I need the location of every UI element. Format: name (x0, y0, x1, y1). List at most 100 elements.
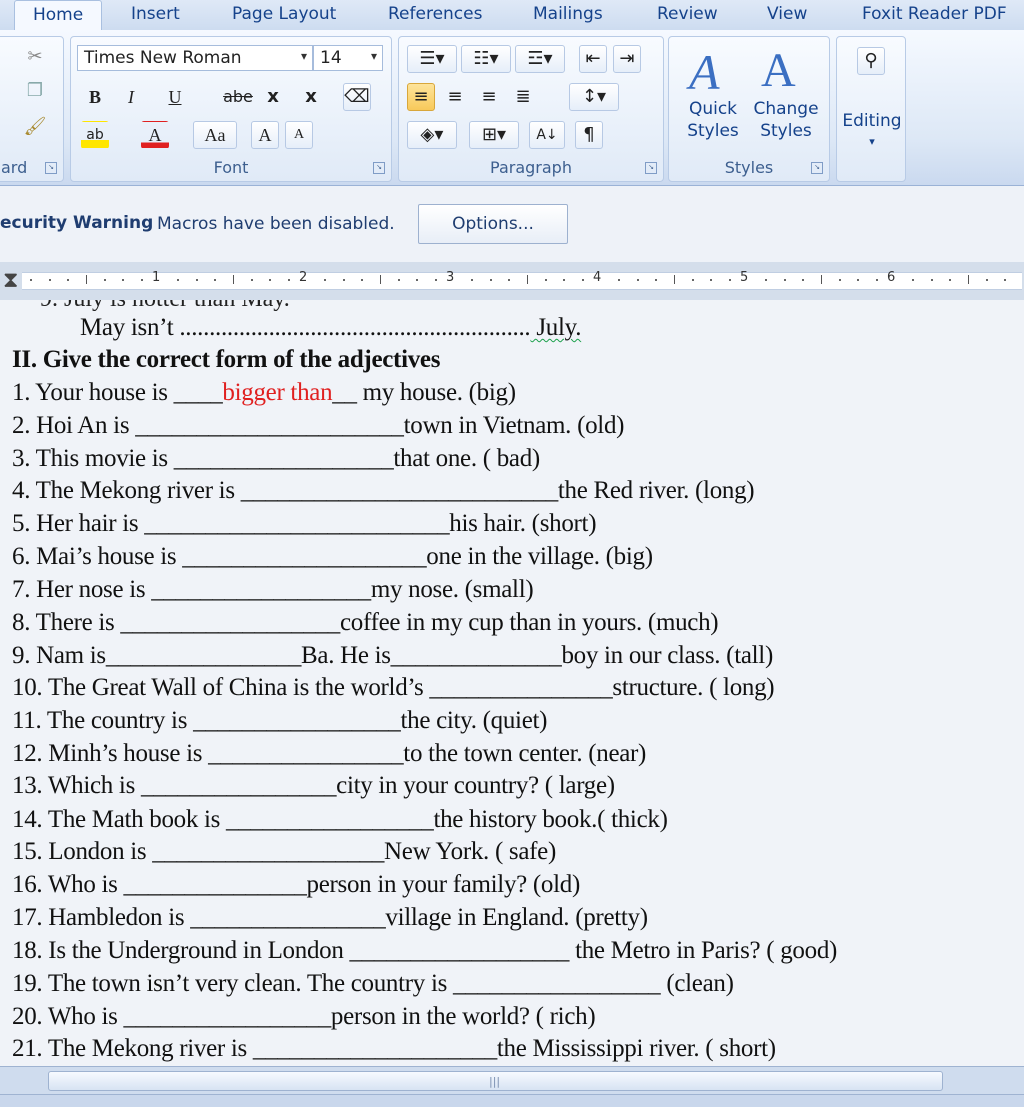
sort-icon[interactable]: A↓ (529, 121, 565, 149)
exercise-line: 21. The Mekong river is ________________… (12, 1035, 776, 1062)
ruler-dot (729, 279, 731, 281)
grow-font-button[interactable]: A (251, 121, 279, 149)
line-spacing-icon[interactable]: ↕▾ (569, 83, 619, 111)
tab-mailings[interactable]: Mailings (533, 4, 603, 24)
tab-review[interactable]: Review (657, 4, 718, 24)
ruler-dot (692, 279, 694, 281)
dialog-launcher-icon[interactable]: ↘ (645, 162, 657, 174)
change-styles-label-2: Styles (760, 121, 812, 141)
format-painter-icon[interactable]: 🖌 (21, 113, 49, 141)
ribbon-tab-bar: Home Insert Page Layout References Maili… (0, 0, 1024, 30)
tab-selector-icon[interactable]: ⧗ (3, 268, 18, 293)
exercise-line: 15. London is ___________________New Yor… (12, 838, 556, 865)
ruler-dot (857, 279, 859, 281)
change-styles-button[interactable]: A Change Styles (751, 41, 821, 141)
ruler-dot (104, 279, 106, 281)
ruler-dot (177, 279, 179, 281)
bullets-icon[interactable]: ☰▾ (407, 45, 457, 73)
ribbon: ✂ ❐ 🖌 ard ↘ Times New Roman ▾ 14 ▾ B I U… (0, 30, 1024, 186)
tab-home[interactable]: Home (14, 0, 103, 30)
tab-view[interactable]: View (767, 4, 807, 24)
borders-icon[interactable]: ⊞▾ (469, 121, 519, 149)
font-name-combo[interactable]: Times New Roman ▾ (77, 45, 313, 71)
font-size-combo[interactable]: 14 ▾ (313, 45, 383, 71)
status-bar (0, 1094, 1024, 1107)
line-end: __ my house. (big) (332, 379, 516, 406)
highlight-button[interactable]: ab (81, 121, 109, 149)
options-button[interactable]: Options... (418, 204, 568, 244)
tab-references[interactable]: References (388, 4, 482, 24)
tab-page-layout[interactable]: Page Layout (232, 4, 336, 24)
align-right-icon[interactable]: ≡ (475, 83, 503, 111)
exercise-line: 4. The Mekong river is _________________… (12, 477, 755, 504)
font-color-button[interactable]: A (141, 121, 169, 149)
security-warning-bar: ecurity Warning Macros have been disable… (0, 186, 1024, 263)
exercise-line: 7. Her nose is __________________my nose… (12, 576, 534, 603)
ruler-tick (380, 275, 381, 284)
strikethrough-button[interactable]: abe (221, 83, 255, 111)
tab-insert[interactable]: Insert (131, 4, 180, 24)
align-center-icon[interactable]: ≡ (441, 83, 469, 111)
ruler-dot (343, 279, 345, 281)
change-case-button[interactable]: Aa (193, 121, 237, 149)
italic-button[interactable]: I (117, 83, 145, 111)
exercise-line: 3. This movie is __________________that … (12, 445, 540, 472)
editing-button[interactable]: ⚲ Editing ▾ (837, 41, 907, 171)
copy-icon[interactable]: ❐ (21, 77, 49, 105)
horizontal-ruler[interactable]: ⧗ 1 2 3 4 5 6 (0, 262, 1024, 302)
quick-styles-label-2: Styles (687, 121, 739, 141)
clear-formatting-icon[interactable]: ⌫ (343, 83, 371, 111)
subscript-button[interactable]: x (259, 83, 287, 111)
security-warning-title: ecurity Warning (0, 213, 154, 233)
exercise-line: 20. Who is _________________person in th… (12, 1003, 596, 1030)
dialog-launcher-icon[interactable]: ↘ (811, 162, 823, 174)
exercise-line: 13. Which is ________________city in you… (12, 772, 615, 799)
exercise-line: 8. There is __________________coffee in … (12, 609, 719, 636)
exercise-line: 14. The Math book is _________________th… (12, 806, 668, 833)
font-size-value: 14 (320, 48, 342, 68)
ruler-number: 6 (887, 270, 896, 285)
ruler-band (22, 272, 1022, 290)
show-formatting-button[interactable]: ¶ (575, 121, 603, 149)
ruler-dot (49, 279, 51, 281)
exercise-line: 9. Nam is________________Ba. He is______… (12, 642, 773, 669)
increase-indent-icon[interactable]: ⇥ (613, 45, 641, 73)
bold-button[interactable]: B (81, 83, 109, 111)
exercise-line: 6. Mai’s house is ____________________on… (12, 543, 653, 570)
security-warning-message: Macros have been disabled. (157, 214, 395, 234)
ruler-tick (527, 275, 528, 284)
underline-button[interactable]: U (161, 83, 189, 111)
exercise-line: May isn’t ..............................… (80, 314, 581, 342)
exercise-line: 1. Your house is ____bigger than__ my ho… (12, 379, 516, 407)
scrollbar-thumb[interactable]: ||| (48, 1071, 943, 1091)
shrink-font-button[interactable]: A (285, 121, 313, 149)
exercise-line: 5. Her hair is _________________________… (12, 510, 597, 537)
numbering-icon[interactable]: ☷▾ (461, 45, 511, 73)
dialog-launcher-icon[interactable]: ↘ (373, 162, 385, 174)
exercise-line: 2. Hoi An is ______________________town … (12, 412, 625, 439)
justify-icon[interactable]: ≣ (509, 83, 537, 111)
document-page[interactable]: 9. July is hotter than May. May isn’t ..… (0, 300, 1024, 1066)
tab-foxit-reader-pdf[interactable]: Foxit Reader PDF (862, 4, 1007, 24)
ruler-tick (233, 275, 234, 284)
ruler-dot (839, 279, 841, 281)
quick-styles-icon: A (689, 44, 720, 100)
chevron-down-icon: ▾ (869, 135, 875, 148)
superscript-button[interactable]: x (297, 83, 325, 111)
ruler-dot (141, 279, 143, 281)
align-left-icon[interactable]: ≡ (407, 83, 435, 111)
line-end: July. (530, 314, 582, 341)
dialog-launcher-icon[interactable]: ↘ (45, 162, 57, 174)
ruler-dot (196, 279, 198, 281)
horizontal-scrollbar[interactable]: ||| (0, 1066, 1024, 1095)
ruler-number: 5 (740, 270, 749, 285)
shading-icon[interactable]: ◈▾ (407, 121, 457, 149)
exercise-line: 10. The Great Wall of China is the world… (12, 674, 775, 701)
multilevel-list-icon[interactable]: ☲▾ (515, 45, 565, 73)
ruler-dot (269, 279, 271, 281)
quick-styles-button[interactable]: A Quick Styles (681, 41, 745, 141)
styles-group-label: Styles (724, 158, 774, 177)
exercise-line: 19. The town isn’t very clean. The count… (12, 970, 734, 997)
cut-icon[interactable]: ✂ (21, 43, 49, 71)
decrease-indent-icon[interactable]: ⇤ (579, 45, 607, 73)
